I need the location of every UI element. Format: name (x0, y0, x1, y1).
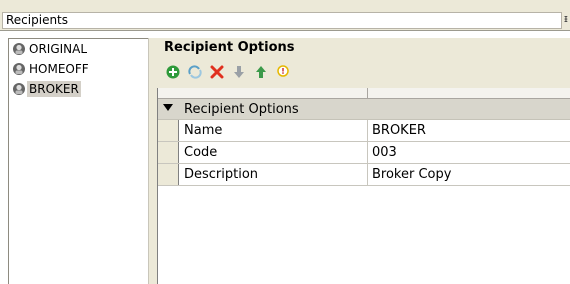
column-separator[interactable] (367, 88, 368, 98)
add-icon (166, 65, 180, 79)
options-toolbar (163, 62, 293, 82)
delete-button[interactable] (207, 62, 227, 82)
recipient-icon (13, 83, 25, 95)
recipient-label: ORIGINAL (29, 42, 88, 56)
recipient-label: HOMEOFF (29, 62, 89, 76)
property-row-name[interactable]: Name BROKER (158, 120, 570, 142)
row-gutter (158, 142, 179, 163)
property-value[interactable]: Broker Copy (372, 164, 451, 185)
move-down-button[interactable] (229, 62, 249, 82)
recipient-icon (13, 63, 25, 75)
expand-arrow-icon[interactable] (163, 104, 173, 112)
property-value[interactable]: BROKER (372, 120, 426, 141)
move-up-icon (256, 66, 266, 78)
add-button[interactable] (163, 62, 183, 82)
recipients-list: ORIGINAL HOMEOFF BROKER (8, 38, 148, 284)
info-icon (277, 65, 289, 77)
property-row-code[interactable]: Code 003 (158, 142, 570, 164)
column-divider (367, 164, 368, 185)
recipient-label: BROKER (27, 81, 81, 97)
recipient-icon (13, 43, 25, 55)
column-divider (367, 142, 368, 163)
pane-splitter[interactable] (148, 38, 157, 284)
delete-icon (210, 65, 224, 79)
property-grid: Recipient Options Name BROKER Code 003 D… (157, 88, 570, 284)
row-gutter (158, 120, 179, 141)
info-button[interactable] (273, 62, 293, 82)
move-up-button[interactable] (251, 62, 271, 82)
property-name: Description (184, 167, 259, 182)
refresh-icon (188, 65, 202, 79)
property-name: Name (184, 123, 223, 138)
refresh-button[interactable] (185, 62, 205, 82)
property-name: Code (184, 145, 218, 160)
recipient-item-original[interactable]: ORIGINAL (9, 39, 148, 59)
move-down-icon (234, 66, 244, 78)
recipient-item-homeoff[interactable]: HOMEOFF (9, 59, 148, 79)
grid-header (158, 88, 570, 99)
row-gutter (158, 164, 179, 185)
group-label: Recipient Options (184, 102, 299, 117)
recipient-item-broker[interactable]: BROKER (9, 79, 148, 99)
options-pane: Recipient Options Recipient Options Name… (157, 38, 570, 284)
pin-icon[interactable]: ᵻ (564, 12, 568, 25)
panel-titlebar: Recipients ᵻ (0, 0, 570, 31)
column-divider (367, 120, 368, 141)
panel-title: Recipients (2, 12, 562, 29)
property-row-description[interactable]: Description Broker Copy (158, 164, 570, 186)
section-title: Recipient Options (164, 40, 295, 55)
group-row-recipient-options[interactable]: Recipient Options (158, 99, 570, 120)
property-value[interactable]: 003 (372, 142, 397, 163)
